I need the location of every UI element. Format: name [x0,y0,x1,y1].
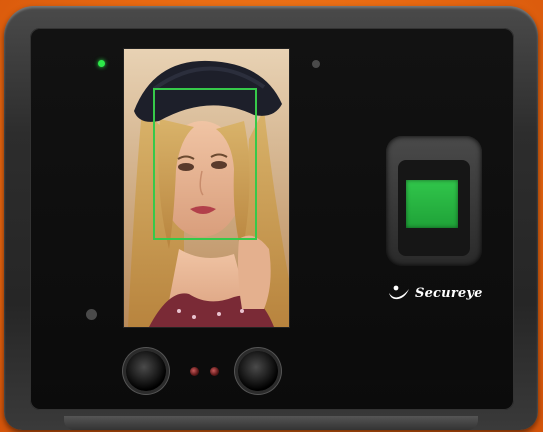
status-led-icon [98,60,105,67]
device-bottom-edge [64,416,478,430]
fingerprint-sensor-icon[interactable] [406,180,458,228]
face-detection-frame [153,88,257,240]
right-camera-icon [238,351,278,391]
proximity-sensor-icon [86,309,97,320]
brand-logo: Secureye [388,282,483,304]
left-camera-icon [126,351,166,391]
brand-name: Secureye [415,285,483,301]
secureye-swoosh-icon [389,285,409,300]
ir-led-left-icon [190,367,199,376]
ir-led-right-icon [210,367,219,376]
light-sensor-icon [312,60,320,68]
